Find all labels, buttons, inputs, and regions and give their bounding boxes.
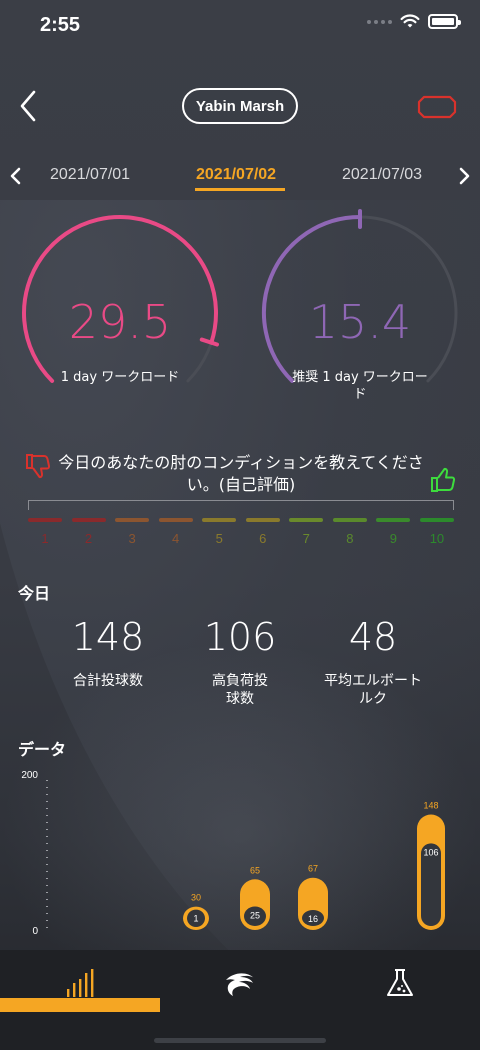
condition-bar — [419, 518, 454, 522]
condition-bar — [158, 518, 193, 522]
high-load-pitch-value: 106 — [203, 615, 277, 659]
avg-elbow-torque: 48 平均エルボートルク — [303, 614, 443, 708]
condition-bar — [115, 518, 150, 522]
workload-gauge: 29.5 1 day ワークロード — [14, 205, 226, 405]
condition-option-6[interactable]: 6 — [245, 518, 280, 546]
condition-option-1[interactable]: 1 — [28, 518, 62, 546]
total-pitch-count: 148 合計投球数 — [38, 614, 178, 690]
recommended-value: 15.4 — [308, 295, 412, 349]
next-date-chevron-icon[interactable] — [456, 166, 472, 186]
condition-number: 5 — [215, 531, 223, 546]
date-next[interactable]: 2021/07/03 — [342, 166, 422, 184]
condition-bar — [289, 518, 324, 522]
high-load-pitch-label: 高負荷投球数 — [212, 673, 268, 707]
condition-number: 6 — [259, 531, 267, 546]
flask-icon — [387, 969, 413, 996]
tab-throwing[interactable] — [160, 962, 320, 1004]
tab-bar — [0, 950, 480, 1050]
today-title: 今日 — [18, 584, 51, 603]
condition-number: 3 — [128, 531, 136, 546]
y-tick-label: 0 — [32, 926, 38, 937]
workload-label: 1 day ワークロード — [60, 370, 180, 385]
condition-bar — [332, 518, 367, 522]
condition-option-7[interactable]: 7 — [289, 518, 324, 546]
bar-high-load-label: 25 — [250, 911, 260, 921]
date-prev[interactable]: 2021/07/01 — [50, 166, 130, 184]
condition-option-9[interactable]: 9 — [376, 518, 411, 546]
wifi-icon — [400, 14, 420, 28]
condition-scale-bracket — [28, 500, 454, 510]
condition-bar — [71, 518, 106, 522]
bar-total-label: 148 — [423, 801, 438, 811]
condition-number: 9 — [389, 531, 397, 546]
status-time: 2:55 — [40, 14, 81, 36]
condition-option-2[interactable]: 2 — [71, 518, 106, 546]
total-pitch-value: 148 — [71, 615, 145, 659]
thumbs-down-icon — [26, 454, 51, 479]
condition-number: 1 — [41, 531, 49, 546]
total-pitch-label: 合計投球数 — [73, 673, 143, 689]
player-name-pill[interactable]: Yabin Marsh — [182, 88, 298, 124]
bar-chart-icon — [67, 969, 94, 997]
tab-lab[interactable] — [320, 962, 480, 1004]
arm-swing-icon — [226, 973, 254, 996]
condition-question: 今日のあなたの肘のコンディションを教えてください。(自己評価) — [58, 453, 424, 494]
workload-value: 29.5 — [68, 295, 172, 349]
condition-number: 7 — [302, 531, 310, 546]
bar-total-label: 67 — [308, 864, 318, 874]
condition-option-8[interactable]: 8 — [332, 518, 367, 546]
condition-bar — [28, 518, 62, 522]
battery-icon — [428, 14, 461, 29]
condition-number: 10 — [429, 531, 445, 546]
prev-date-chevron-icon[interactable] — [8, 166, 24, 186]
active-tab-indicator — [0, 998, 160, 1012]
condition-option-4[interactable]: 4 — [158, 518, 193, 546]
bar-high-load-label: 16 — [308, 914, 318, 924]
pitch-chart: 200 0 30 1 65 25 67 16 148 106 — [21, 770, 445, 937]
condition-number: 4 — [172, 531, 180, 546]
status-icons — [367, 14, 461, 29]
avg-elbow-torque-label: 平均エルボートルク — [324, 673, 422, 707]
condition-option-3[interactable]: 3 — [115, 518, 150, 546]
date-current-underline — [195, 188, 285, 191]
condition-bar — [202, 518, 237, 522]
condition-number: 8 — [346, 531, 354, 546]
recommended-label: 推奨 1 day ワークロード — [292, 370, 428, 402]
recommended-workload-gauge: 15.4 推奨 1 day ワークロード — [254, 205, 466, 405]
bar-total-label: 30 — [191, 893, 201, 903]
bar-high-load-label: 1 — [193, 914, 198, 924]
high-load-pitch-count: 106 高負荷投球数 — [170, 614, 310, 708]
thumbs-up-icon — [431, 467, 456, 492]
bar-high-load-label: 106 — [423, 847, 438, 857]
back-button[interactable] — [16, 88, 42, 124]
condition-option-5[interactable]: 5 — [202, 518, 237, 546]
condition-option-10[interactable]: 10 — [419, 518, 454, 546]
bar-total-label: 65 — [250, 865, 260, 875]
sensor-device-icon[interactable] — [416, 94, 458, 120]
condition-bar — [245, 518, 280, 522]
condition-number: 2 — [84, 531, 93, 546]
avg-elbow-torque-value: 48 — [348, 615, 398, 659]
date-current[interactable]: 2021/07/02 — [196, 166, 276, 184]
condition-bar — [376, 518, 411, 522]
y-tick-label: 200 — [21, 770, 38, 781]
condition-scale[interactable]: 1 2 3 4 5 6 7 8 9 10 — [28, 518, 454, 546]
signal-icon — [367, 19, 392, 24]
home-indicator — [154, 1038, 326, 1043]
data-title: データ — [18, 740, 67, 759]
